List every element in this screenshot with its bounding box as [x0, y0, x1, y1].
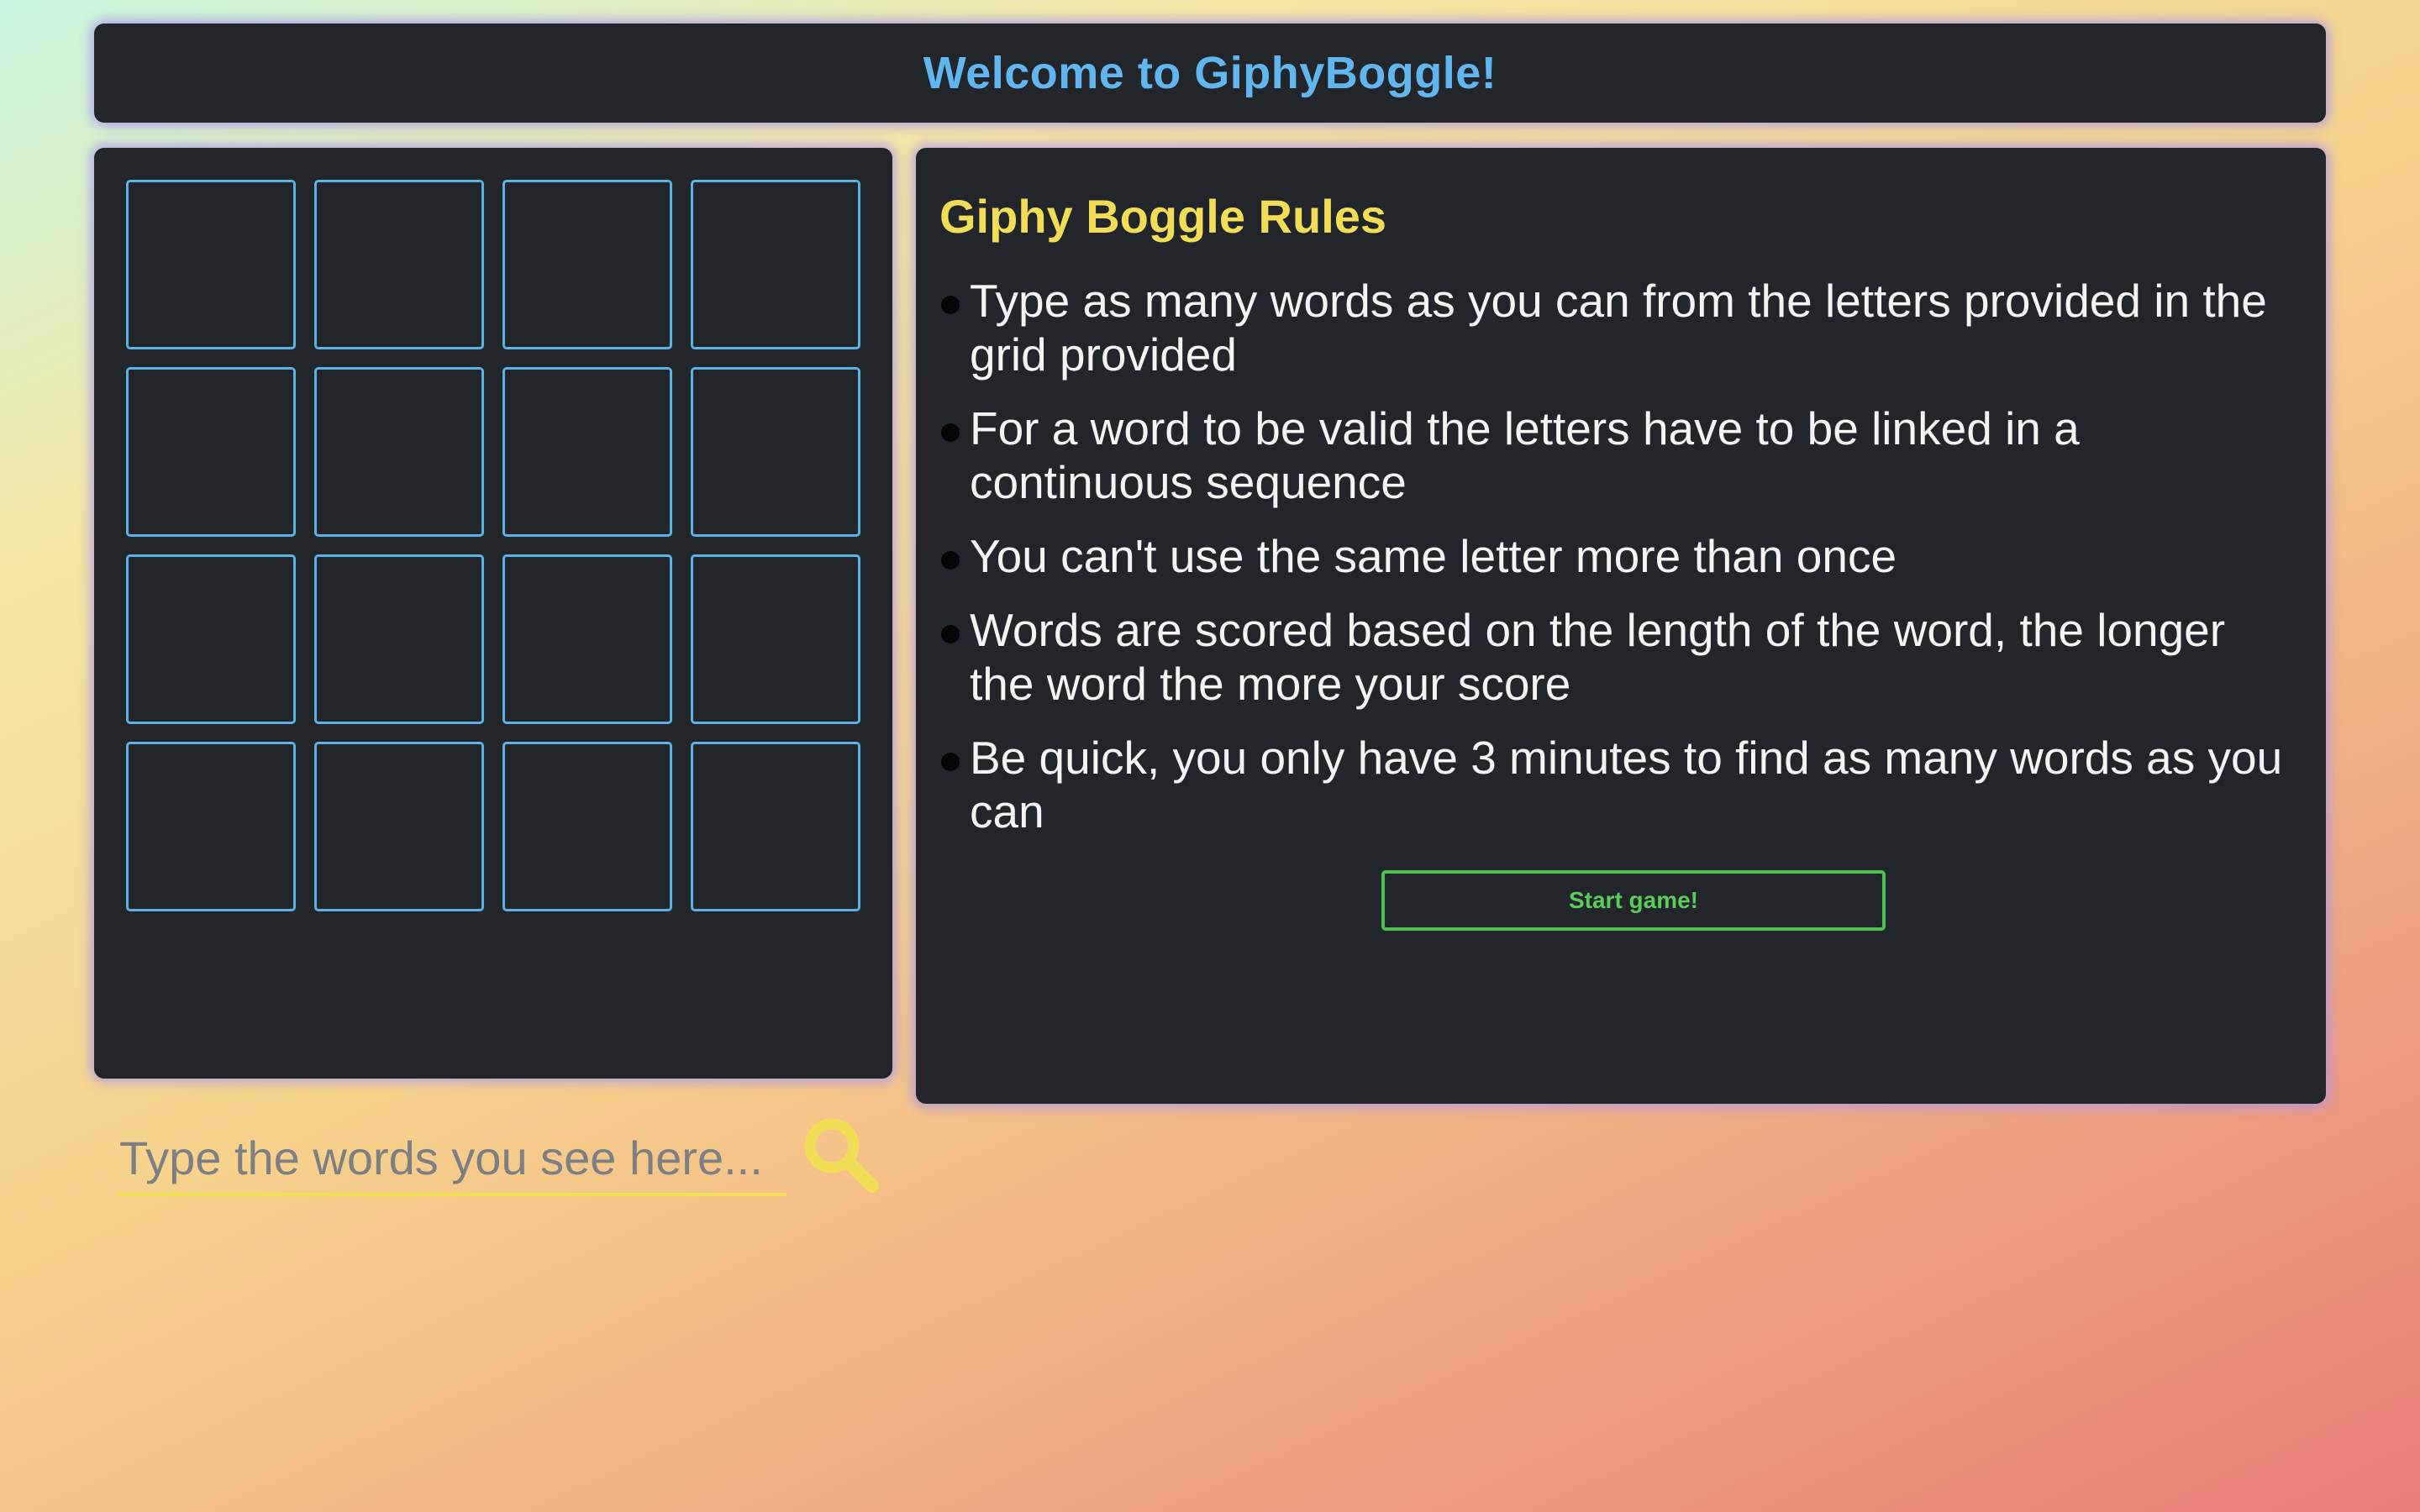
rules-panel: Giphy Boggle Rules Type as many words as…: [916, 148, 2326, 1104]
rule-text: You can't use the same letter more than …: [970, 530, 1897, 582]
bullet-icon: [941, 753, 960, 771]
grid-cell[interactable]: [314, 367, 484, 537]
grid-cell[interactable]: [691, 180, 860, 349]
grid-cell[interactable]: [126, 180, 296, 349]
search-icon: [804, 1118, 879, 1193]
rules-list: Type as many words as you can from the l…: [939, 274, 2297, 838]
grid-cell[interactable]: [502, 367, 672, 537]
header-bar: Welcome to GiphyBoggle!: [94, 24, 2326, 123]
boggle-board-panel: [94, 148, 892, 1196]
grid-cell[interactable]: [502, 554, 672, 724]
bullet-icon: [941, 296, 960, 314]
grid-cell[interactable]: [126, 554, 296, 724]
grid-cell[interactable]: [691, 367, 860, 537]
grid-cell[interactable]: [314, 180, 484, 349]
bullet-icon: [941, 423, 960, 442]
grid-cell[interactable]: [314, 742, 484, 911]
grid-cell[interactable]: [691, 742, 860, 911]
rule-item: Be quick, you only have 3 minutes to fin…: [939, 731, 2297, 838]
bullet-icon: [941, 625, 960, 643]
rule-text: Type as many words as you can from the l…: [970, 275, 2267, 381]
rule-item: Type as many words as you can from the l…: [939, 274, 2297, 381]
search-button[interactable]: [800, 1114, 884, 1198]
bullet-icon: [941, 551, 960, 570]
grid-cell[interactable]: [126, 742, 296, 911]
rule-item: Words are scored based on the length of …: [939, 603, 2297, 711]
rule-item: For a word to be valid the letters have …: [939, 402, 2297, 509]
rules-title: Giphy Boggle Rules: [939, 190, 1387, 243]
word-input[interactable]: [118, 1122, 786, 1196]
rule-text: Words are scored based on the length of …: [970, 604, 2226, 710]
grid-cell[interactable]: [502, 742, 672, 911]
start-game-button[interactable]: Start game!: [1381, 870, 1886, 931]
grid-cell[interactable]: [126, 367, 296, 537]
grid-cell[interactable]: [502, 180, 672, 349]
grid-cell[interactable]: [314, 554, 484, 724]
letter-grid: [126, 180, 860, 911]
page-title: Welcome to GiphyBoggle!: [923, 48, 1497, 98]
rule-text: For a word to be valid the letters have …: [970, 402, 2080, 508]
rule-item: You can't use the same letter more than …: [939, 529, 2297, 583]
grid-cell[interactable]: [691, 554, 860, 724]
rule-text: Be quick, you only have 3 minutes to fin…: [970, 732, 2283, 837]
